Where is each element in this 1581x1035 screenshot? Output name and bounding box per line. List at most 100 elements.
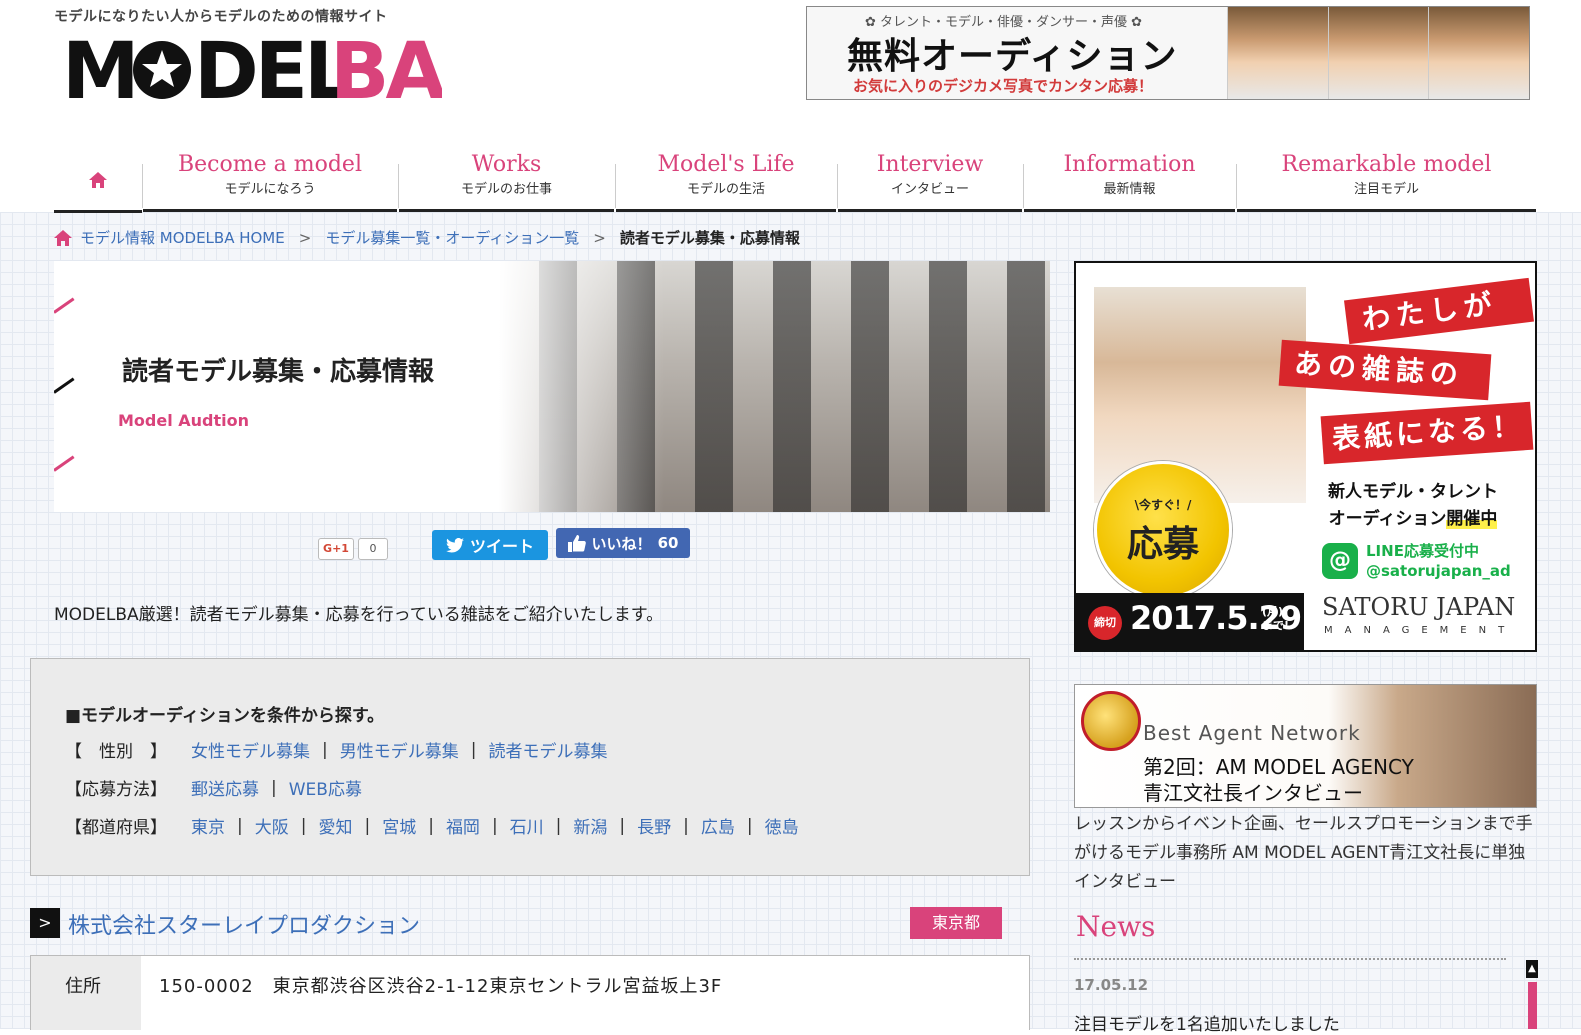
twitter-bird-icon [445,537,464,553]
link-separator: | [746,815,753,836]
agency-brand-sub: MANAGEMENT [1324,625,1517,636]
thumbs-up-icon [567,534,586,552]
nav-label-ja: モデルになろう [224,182,316,197]
apply-now-badge[interactable]: \今すぐ！/ 応募 [1094,461,1232,599]
link-separator: | [491,815,498,836]
ad-headline-1: わたしが [1344,277,1534,345]
gplus-count: 0 [358,538,388,560]
page-subtitle: Model Audtion [118,411,250,430]
nav-label-ja: モデルの生活 [686,182,765,197]
ad-sub-highlight: 開催中 [1446,509,1498,529]
news-divider [1074,958,1506,960]
nav-remarkable-model[interactable]: Remarkable model 注目モデル [1237,150,1536,212]
agency-brand: SATORU JAPAN [1322,593,1516,621]
decor-slash [54,297,75,314]
search-row-method: 【応募方法】 郵送応募 | WEB応募 [65,775,362,801]
link-separator: | [428,815,434,836]
filter-link[interactable]: 男性モデル募集 [340,737,459,762]
news-date: 17.05.12 [1074,976,1149,994]
deadline-weekday: (月) [1262,605,1284,618]
filter-link[interactable]: WEB応募 [289,775,362,800]
filter-link[interactable]: 郵送応募 [191,775,259,800]
page-title: 読者モデル募集・応募情報 [122,357,435,387]
ad-subtitle: 新人モデル・タレント オーディション開催中 [1328,479,1498,533]
ad-headline-3: 表紙になる！ [1320,401,1534,465]
link-separator: | [470,739,477,760]
deadline-until: まで! [1262,619,1290,632]
banner-note: お気に入りのデジカメ写真でカンタン応募！ [853,77,1154,95]
search-row-label: 【 性別 】 [65,742,167,762]
interview-description: レッスンからイベント企画、セールスプロモーションまで手がけるモデル事務所 AM … [1074,814,1533,892]
nav-label-en: Remarkable model [1281,152,1492,177]
filter-link[interactable]: 愛知 [318,813,352,838]
breadcrumb-separator: > [298,228,312,247]
sidebar-audition-ad[interactable]: わたしが あの雑誌の 表紙になる！ 新人モデル・タレント オーディション開催中 … [1074,261,1537,652]
search-heading: ■モデルオーディションを条件から探す。 [65,706,385,726]
site-tagline: モデルになりたい人からモデルのための情報サイト [54,9,388,25]
deadline-label: 締切 [1088,606,1122,640]
line-contact-text: LINE応募受付中 @satorujapan_ad [1366,541,1511,581]
filter-link[interactable]: 長野 [637,813,671,838]
filter-link[interactable]: 新潟 [573,813,607,838]
logo-image: M DEL BA [62,27,442,106]
filter-link[interactable]: 徳島 [765,813,799,838]
filter-link[interactable]: 大阪 [255,813,289,838]
audition-banner[interactable]: ✿ タレント・モデル・俳優・ダンサー・声優 ✿ 無料オーディション お気に入りの… [806,6,1530,100]
line-contact[interactable]: @ LINE応募受付中 @satorujapan_ad [1322,541,1511,581]
site-logo[interactable]: M DEL BA [62,26,442,106]
tweet-button[interactable]: ツイート [432,530,548,560]
page-hero: 読者モデル募集・応募情報 Model Audtion [54,261,1050,512]
nav-label-en: Works [471,152,542,177]
company-name-link[interactable]: 株式会社スターレイプロダクション [68,908,420,940]
deadline-suffix: (月) まで! [1262,605,1289,633]
nav-label-ja: 注目モデル [1353,182,1419,197]
search-row-gender: 【 性別 】 女性モデル募集 | 男性モデル募集 | 読者モデル募集 [65,737,607,763]
filter-link[interactable]: 広島 [701,813,735,838]
badge-big-text: 応募 [1126,524,1199,565]
face-image [1428,7,1529,99]
like-label: いいね！ [591,534,652,553]
nav-home[interactable] [54,150,142,213]
badge-small-text: \今すぐ！/ [1134,498,1192,512]
gplus-button[interactable]: G+1 [318,538,354,560]
face-image [1227,7,1328,99]
filter-link[interactable]: 宮城 [382,813,416,838]
decor-slash [54,377,75,394]
home-icon [54,229,72,246]
facebook-like-button[interactable]: いいね！ 60 [556,528,690,558]
breadcrumb-current: 読者モデル募集・応募情報 [619,229,800,247]
breadcrumb-audition-list[interactable]: モデル募集一覧・オーディション一覧 [325,227,579,248]
nav-label-ja: モデルのお仕事 [460,182,552,197]
ad-sub-line1: 新人モデル・タレント [1328,482,1498,502]
address-value: 150-0002 東京都渋谷区渋谷2-1-12東京セントラル宮益坂上3F [159,976,723,997]
scroll-up-arrow-icon[interactable]: ▲ [1526,960,1538,978]
nav-interview[interactable]: Interview インタビュー [838,150,1022,212]
news-scrollbar[interactable] [1528,982,1537,1029]
hero-photo [499,261,1050,512]
link-separator: | [555,815,562,836]
nav-become-a-model[interactable]: Become a model モデルになろう [143,150,397,212]
link-separator: | [683,815,689,836]
breadcrumb-home[interactable]: モデル情報 MODELBA HOME [80,227,285,248]
nav-divider [1023,164,1024,208]
chevron-right-icon: > [30,908,60,938]
filter-link[interactable]: 福岡 [446,813,480,838]
nav-models-life[interactable]: Model's Life モデルの生活 [616,150,836,212]
filter-link[interactable]: 女性モデル募集 [191,737,310,762]
nav-information[interactable]: Information 最新情報 [1024,150,1235,212]
breadcrumb-separator: > [593,228,606,247]
line-app-icon: @ [1322,543,1358,579]
filter-link[interactable]: 東京 [191,813,225,838]
filter-link[interactable]: 読者モデル募集 [488,737,607,762]
news-item-link[interactable]: 注目モデルを1名追加いたしました [1074,1010,1340,1035]
nav-label-en: Become a model [178,152,362,177]
prefecture-badge: 東京都 [910,907,1002,939]
link-separator: | [364,815,371,836]
nav-works[interactable]: Works モデルのお仕事 [399,150,614,212]
filter-link[interactable]: 石川 [510,813,544,838]
tweet-label: ツイート [469,537,534,556]
interview-card[interactable]: Best Agent Network 第2回：AM MODEL AGENCY 青… [1074,684,1537,808]
company-header: > 株式会社スターレイプロダクション 東京都 [30,906,1002,940]
breadcrumb: モデル情報 MODELBA HOME > モデル募集一覧・オーディション一覧 >… [54,227,800,248]
card-title-2: 青江文社長インタビュー [1143,781,1363,805]
